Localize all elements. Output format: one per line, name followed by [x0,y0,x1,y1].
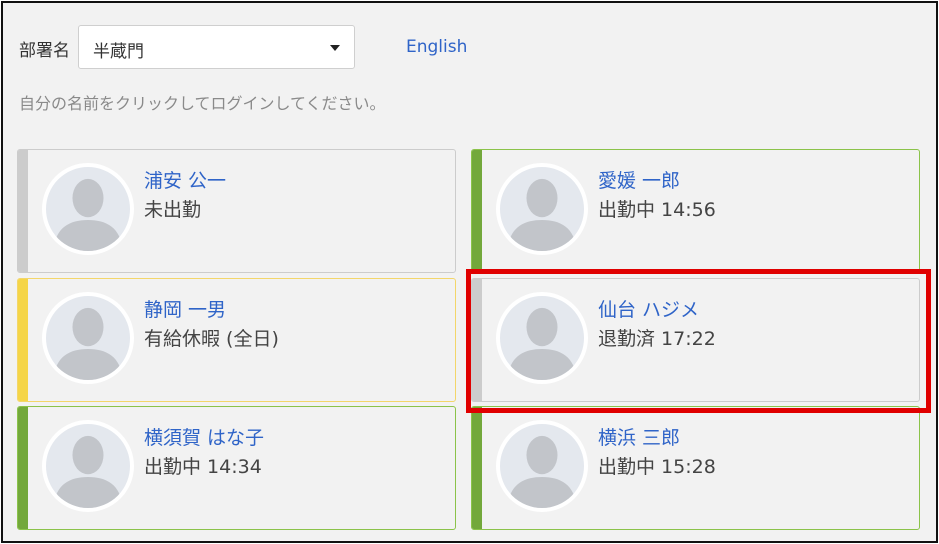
employee-status: 有給休暇 (全日) [144,328,279,350]
person-silhouette-icon [42,420,134,512]
status-color-bar [18,150,28,272]
department-select-value: 半蔵門 [93,42,144,62]
employee-card[interactable]: 愛媛 一郎 出勤中 14:56 [471,149,920,273]
employee-status: 未出勤 [144,199,202,221]
employee-name[interactable]: 横須賀 はな子 [144,423,264,450]
person-silhouette-icon [496,420,588,512]
app-frame: 部署名 半蔵門 English 自分の名前をクリックしてログインしてください。 … [1,1,938,543]
person-silhouette-icon [42,163,134,255]
status-color-bar [472,150,482,272]
person-silhouette-icon [496,292,588,384]
employee-status: 退勤済 17:22 [598,328,716,350]
employee-name[interactable]: 愛媛 一郎 [598,166,680,193]
employee-card[interactable]: 仙台 ハジメ 退勤済 17:22 [471,278,920,402]
department-select[interactable]: 半蔵門 [78,25,355,69]
employee-status: 出勤中 15:28 [598,456,716,478]
language-switch-link[interactable]: English [406,37,467,57]
chevron-down-icon [330,45,340,51]
status-color-bar [472,407,482,529]
person-silhouette-icon [42,292,134,384]
employee-card[interactable]: 横浜 三郎 出勤中 15:28 [471,406,920,530]
employee-name[interactable]: 仙台 ハジメ [598,295,699,322]
employee-card[interactable]: 静岡 一男 有給休暇 (全日) [17,278,456,402]
employee-status: 出勤中 14:34 [144,456,262,478]
person-silhouette-icon [496,163,588,255]
status-color-bar [18,407,28,529]
employee-name[interactable]: 静岡 一男 [144,295,226,322]
employee-status: 出勤中 14:56 [598,199,716,221]
department-label: 部署名 [19,41,70,61]
employee-name[interactable]: 浦安 公一 [144,166,226,193]
status-color-bar [472,279,482,401]
employee-name[interactable]: 横浜 三郎 [598,423,680,450]
status-color-bar [18,279,28,401]
employee-card[interactable]: 浦安 公一 未出勤 [17,149,456,273]
employee-card[interactable]: 横須賀 はな子 出勤中 14:34 [17,406,456,530]
login-instruction: 自分の名前をクリックしてログインしてください。 [19,94,386,113]
